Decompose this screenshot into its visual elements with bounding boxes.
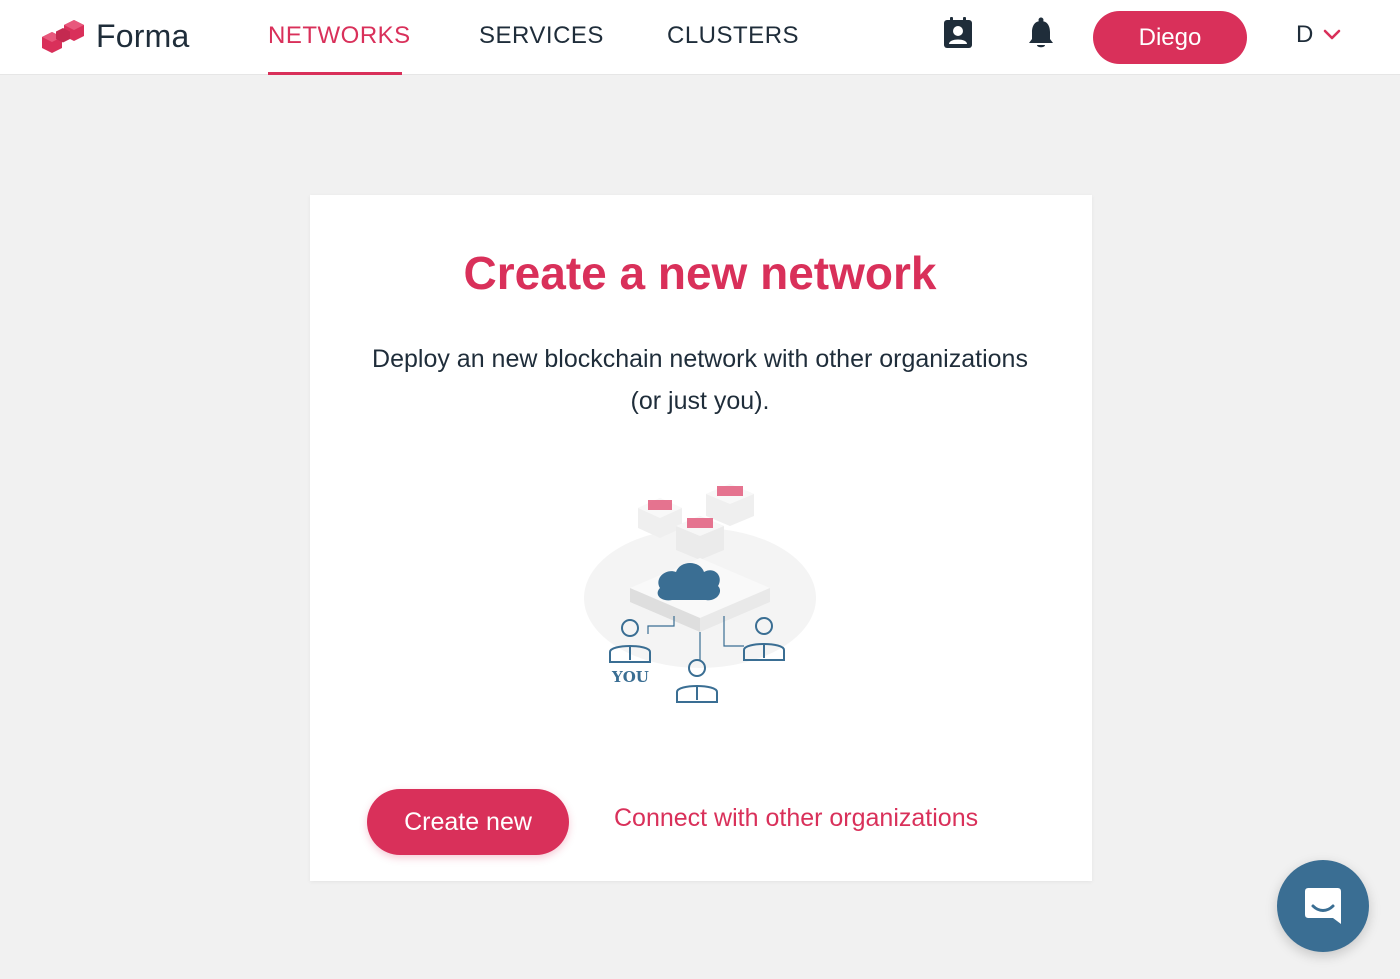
card-description-line-1: Deploy an new blockchain network with ot… <box>372 345 1028 373</box>
illustration-label: YOU <box>611 668 649 686</box>
forma-cubes-icon <box>42 20 84 53</box>
contacts-icon <box>944 17 972 48</box>
chat-launcher-button[interactable] <box>1277 860 1369 952</box>
tab-networks[interactable]: NETWORKS <box>268 22 410 75</box>
contacts-button[interactable] <box>941 15 975 51</box>
brand-name: Forma <box>96 17 190 54</box>
card-description-line-2: (or just you). <box>630 387 770 415</box>
chevron-down-icon <box>1324 29 1341 40</box>
connect-organizations-link[interactable]: Connect with other organizations <box>614 804 978 833</box>
brand-logo[interactable]: Forma <box>40 16 189 56</box>
chat-icon <box>1305 888 1341 924</box>
notifications-button[interactable] <box>1024 15 1058 51</box>
card-description: Deploy an new blockchain network with ot… <box>330 338 1070 422</box>
account-initial: D <box>1296 21 1314 48</box>
tab-clusters[interactable]: CLUSTERS <box>667 22 799 75</box>
network-illustration: YOU <box>584 484 816 703</box>
server-block-icon <box>706 484 754 526</box>
user-button[interactable]: Diego <box>1093 11 1247 64</box>
tab-services[interactable]: SERVICES <box>479 22 604 75</box>
top-nav-bar: Forma NETWORKS SERVICES CLUSTERS Diego D <box>0 0 1400 75</box>
card-title: Create a new network <box>463 247 937 299</box>
bell-icon <box>1029 17 1053 48</box>
create-new-button[interactable]: Create new <box>367 789 569 855</box>
account-menu[interactable]: D <box>1296 20 1341 50</box>
